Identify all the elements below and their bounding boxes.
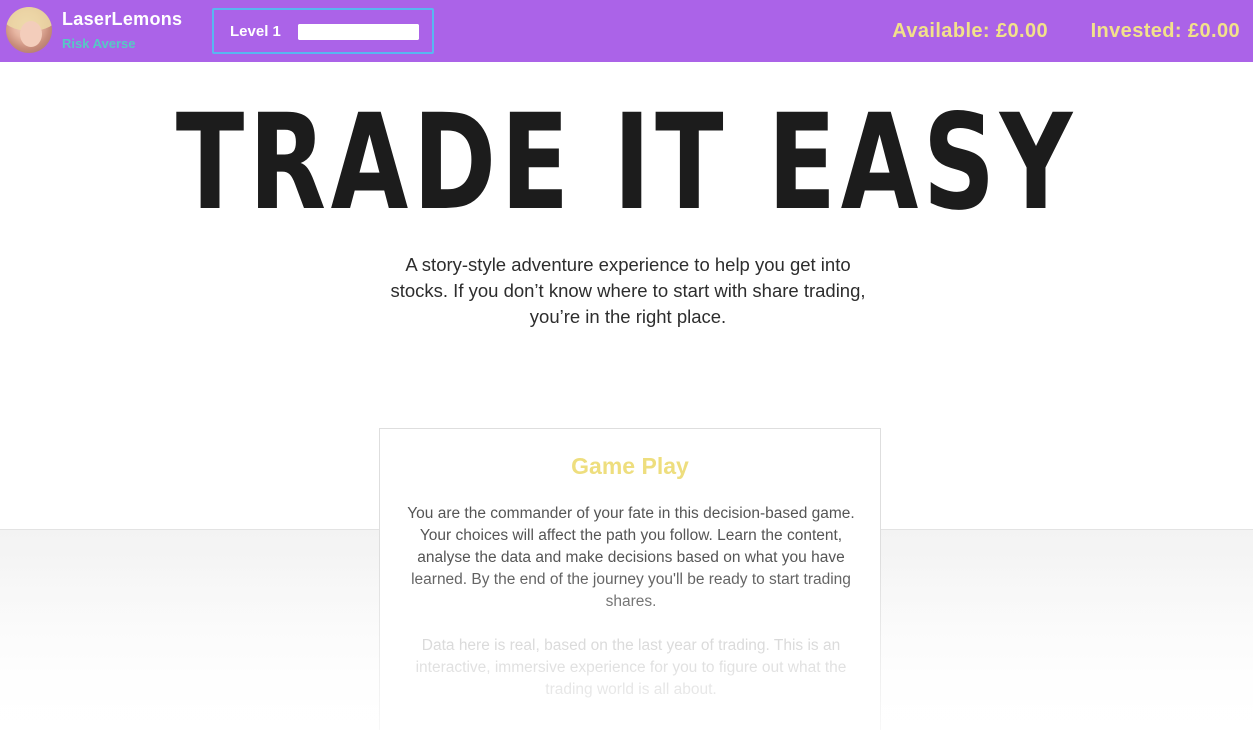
game-play-card: Game Play You are the commander of your … [379,428,881,730]
player-avatar[interactable] [6,7,52,53]
game-play-description: You are the commander of your fate in th… [407,505,855,610]
risk-profile-label: Risk Averse [62,36,136,51]
player-username: LaserLemons [62,9,183,29]
top-bar: LaserLemons Risk Averse Level 1 Availabl… [0,0,1253,62]
hero-title: TRADE IT EASY [175,86,1077,240]
available-balance: Available: £0.00 [892,20,1048,42]
invested-balance: Invested: £0.00 [1090,20,1240,42]
level-progress-fill [298,24,419,40]
game-play-data-note: Data here is real, based on the last yea… [415,637,847,698]
level-indicator: Level 1 [212,8,434,54]
hero-subtitle: A story-style adventure experience to he… [390,254,866,327]
level-label: Level 1 [230,23,281,40]
game-play-title: Game Play [571,453,689,479]
level-progress-bar [298,24,419,40]
